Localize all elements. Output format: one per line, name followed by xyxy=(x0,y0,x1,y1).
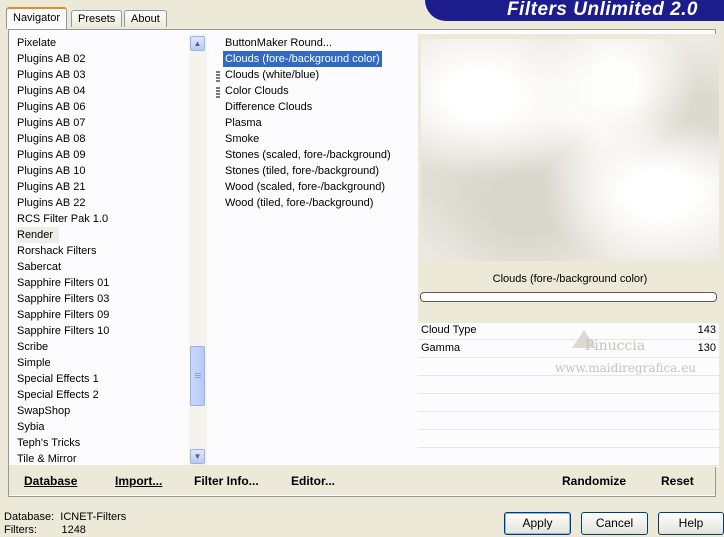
scroll-down-button[interactable]: ▼ xyxy=(190,449,205,464)
filter-item[interactable]: Wood (scaled, fore-/background) xyxy=(223,179,387,195)
preview-image xyxy=(421,39,719,261)
scroll-thumb[interactable] xyxy=(190,346,205,406)
category-item[interactable]: Sabercat xyxy=(17,259,61,275)
category-list[interactable]: Pixelate Plugins AB 02 Plugins AB 03 Plugin… xyxy=(10,33,188,466)
action-bar: Database Import... Filter Info... Editor… xyxy=(9,465,715,495)
category-item[interactable]: Sapphire Filters 10 xyxy=(17,323,109,339)
database-info: Database: ICNET-Filters Filters: 1248 xyxy=(4,511,126,537)
filter-item[interactable]: Stones (tiled, fore-/background) xyxy=(223,163,381,179)
category-item[interactable]: Teph's Tricks xyxy=(17,435,80,451)
param-value: 143 xyxy=(697,324,716,336)
filter-item[interactable]: ButtonMaker Round... xyxy=(223,35,334,51)
filter-item[interactable]: Difference Clouds xyxy=(223,99,314,115)
tab-navigator[interactable]: Navigator xyxy=(6,7,68,29)
category-item[interactable]: Special Effects 1 xyxy=(17,371,99,387)
category-item[interactable]: Simple xyxy=(17,355,51,371)
filter-item[interactable]: Plasma xyxy=(223,115,264,131)
param-name: Gamma xyxy=(421,342,461,354)
tab-about[interactable]: About xyxy=(124,10,167,27)
drag-marker-icon xyxy=(216,71,220,82)
param-row-empty xyxy=(418,377,719,394)
filter-item[interactable]: Clouds (fore-/background color) xyxy=(222,50,383,68)
param-row-empty xyxy=(418,449,719,466)
category-item[interactable]: Plugins AB 09 xyxy=(17,147,86,163)
category-item[interactable]: Sapphire Filters 01 xyxy=(17,275,109,291)
param-row-empty xyxy=(418,413,719,430)
filter-item[interactable]: Wood (tiled, fore-/background) xyxy=(223,195,375,211)
category-item[interactable]: Plugins AB 07 xyxy=(17,115,86,131)
preview-filter-name: Clouds (fore-/background color) xyxy=(492,273,648,285)
category-item[interactable]: Plugins AB 02 xyxy=(17,51,86,67)
filter-item[interactable]: Stones (scaled, fore-/background) xyxy=(223,147,393,163)
cancel-button[interactable]: Cancel xyxy=(581,512,648,535)
category-item[interactable]: Rorshack Filters xyxy=(17,243,96,259)
thumb-grip-line xyxy=(195,375,201,376)
category-item[interactable]: RCS Filter Pak 1.0 xyxy=(17,211,108,227)
database-button[interactable]: Database xyxy=(24,474,77,488)
thumb-grip-line xyxy=(195,377,201,378)
help-button[interactable]: Help xyxy=(658,512,724,535)
category-item[interactable]: Sybia xyxy=(17,419,45,435)
watermark-name: Pinuccia xyxy=(584,338,646,354)
progress-bar xyxy=(420,292,717,302)
filter-list[interactable]: ButtonMaker Round... Clouds (fore-/backgr… xyxy=(214,34,414,464)
category-item[interactable]: Render xyxy=(16,227,60,243)
param-row-empty xyxy=(418,431,719,448)
scroll-up-button[interactable]: ▲ xyxy=(190,36,205,51)
tab-presets[interactable]: Presets xyxy=(71,10,123,27)
banner-title: Filters Unlimited 2.0 xyxy=(506,0,698,20)
param-name: Cloud Type xyxy=(421,324,477,336)
filter-item[interactable]: Clouds (white/blue) xyxy=(223,67,321,83)
reset-button[interactable]: Reset xyxy=(661,474,694,488)
category-item[interactable]: Plugins AB 21 xyxy=(17,179,86,195)
category-item[interactable]: Tile & Mirror xyxy=(17,451,76,466)
watermark: Pinuccia www.maidiregrafica.eu xyxy=(555,335,697,379)
param-value: 130 xyxy=(697,342,716,354)
tab-strip: Navigator Presets About xyxy=(0,0,420,30)
thumb-grip-line xyxy=(195,373,201,374)
category-item[interactable]: Plugins AB 06 xyxy=(17,99,86,115)
filter-item[interactable]: Smoke xyxy=(223,131,261,147)
category-item[interactable]: Plugins AB 03 xyxy=(17,67,86,83)
watermark-url: www.maidiregrafica.eu xyxy=(555,361,697,375)
database-name: ICNET-Filters xyxy=(60,511,127,523)
category-item[interactable]: SwapShop xyxy=(17,403,70,419)
category-item[interactable]: Special Effects 2 xyxy=(17,387,99,403)
category-item[interactable]: Plugins AB 10 xyxy=(17,163,86,179)
database-label: Database: xyxy=(4,511,55,523)
category-item[interactable]: Sapphire Filters 09 xyxy=(17,307,109,323)
param-row-empty xyxy=(418,395,719,412)
category-item[interactable]: Plugins AB 04 xyxy=(17,83,86,99)
category-item[interactable]: Pixelate xyxy=(17,35,56,51)
category-item[interactable]: Plugins AB 08 xyxy=(17,131,86,147)
filter-info-button[interactable]: Filter Info... xyxy=(194,474,259,488)
filter-item[interactable]: Color Clouds xyxy=(223,83,291,99)
category-item[interactable]: Scribe xyxy=(17,339,48,355)
filters-count: 1248 xyxy=(61,524,86,536)
category-scrollbar[interactable]: ▲ ▼ xyxy=(189,34,207,465)
drag-marker-icon xyxy=(216,87,220,98)
editor-button[interactable]: Editor... xyxy=(291,474,335,488)
filters-label: Filters: xyxy=(4,524,37,536)
apply-button[interactable]: Apply xyxy=(504,512,571,535)
randomize-button[interactable]: Randomize xyxy=(562,474,626,488)
category-item[interactable]: Plugins AB 22 xyxy=(17,195,86,211)
import-button[interactable]: Import... xyxy=(115,474,162,488)
category-item[interactable]: Sapphire Filters 03 xyxy=(17,291,109,307)
